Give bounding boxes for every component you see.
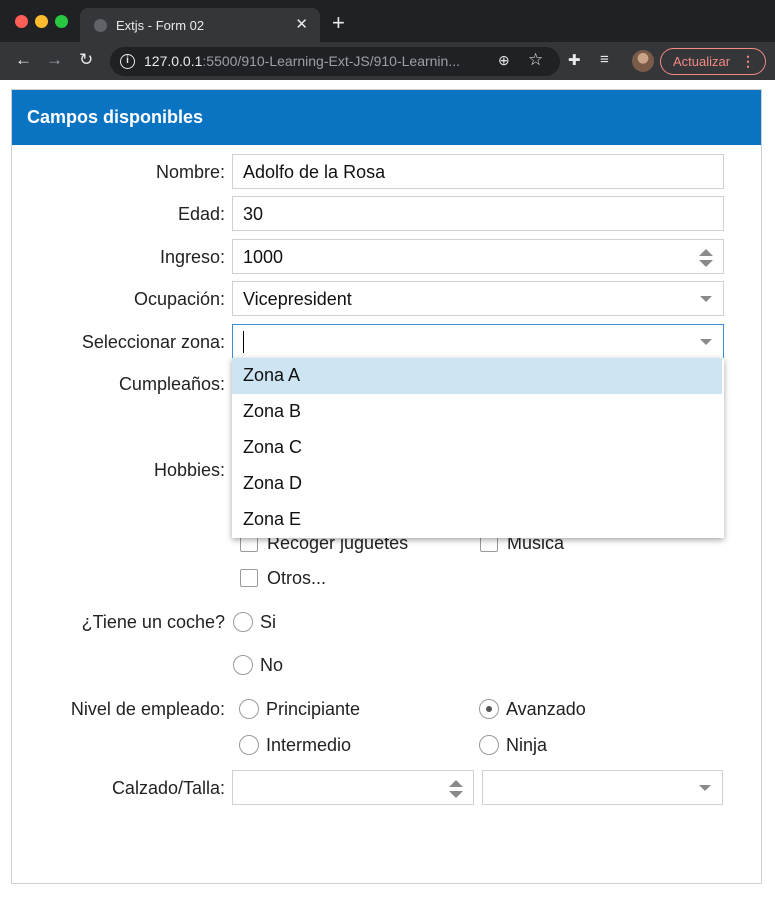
ocupacion-value: Vicepresident	[243, 289, 352, 309]
extensions-puzzle-icon[interactable]: ✚	[568, 51, 581, 69]
calzado-label: Calzado/Talla:	[111, 778, 225, 798]
checkbox-icon[interactable]	[240, 569, 258, 587]
chevron-down-icon[interactable]	[700, 339, 712, 345]
chevron-down-icon[interactable]	[700, 296, 712, 302]
zona-label: Seleccionar zona:	[81, 332, 225, 352]
browser-toolbar: ← → ↻ i 127.0.0.1:5500/910-Learning-Ext-…	[0, 42, 775, 80]
radio-icon[interactable]	[239, 735, 259, 755]
talla-number-field[interactable]	[232, 770, 474, 805]
zona-combo[interactable]	[232, 324, 724, 359]
nombre-input[interactable]: Adolfo de la Rosa	[232, 154, 724, 189]
chevron-down-icon[interactable]	[699, 785, 711, 791]
radio-icon[interactable]	[479, 735, 499, 755]
radio-label: No	[260, 655, 284, 675]
ingreso-value: 1000	[243, 247, 284, 267]
minimize-window-button[interactable]	[35, 15, 48, 28]
edad-label: Edad:	[177, 204, 225, 224]
calzado-combo[interactable]	[482, 770, 723, 805]
globe-icon	[94, 19, 107, 32]
radio-label: Intermedio	[266, 735, 352, 755]
zona-option[interactable]: Zona B	[232, 394, 722, 430]
spin-up-icon[interactable]	[699, 249, 713, 256]
menu-dots-icon[interactable]: ⋮	[741, 49, 755, 74]
media-controls-icon[interactable]: ≡	[600, 51, 609, 68]
address-bar[interactable]: i 127.0.0.1:5500/910-Learning-Ext-JS/910…	[110, 47, 560, 76]
edad-input[interactable]: 30	[232, 196, 724, 231]
zona-option[interactable]: Zona C	[232, 430, 722, 466]
radio-checked-icon[interactable]	[479, 699, 499, 719]
new-tab-icon[interactable]: +	[332, 12, 345, 34]
panel-title: Campos disponibles	[12, 90, 761, 145]
zona-option[interactable]: Zona D	[232, 466, 722, 502]
zona-dropdown-list: Zona A Zona B Zona C Zona D Zona E	[232, 358, 724, 538]
zona-option[interactable]: Zona E	[232, 502, 722, 538]
zoom-icon[interactable]: ⊕	[498, 52, 510, 69]
back-arrow-icon[interactable]: ←	[15, 50, 32, 70]
hobbies-label: Hobbies:	[153, 460, 225, 480]
browser-tab[interactable]: Extjs - Form 02 ✕	[80, 8, 320, 42]
zona-option[interactable]: Zona A	[232, 358, 722, 394]
tab-title: Extjs - Form 02	[116, 18, 205, 33]
radio-label: Avanzado	[506, 699, 586, 719]
nombre-label: Nombre:	[155, 162, 225, 182]
browser-chrome: Extjs - Form 02 ✕ + ← → ↻ i 127.0.0.1:55…	[0, 0, 775, 80]
forward-arrow-icon[interactable]: →	[46, 50, 63, 70]
ingreso-number-field[interactable]: 1000	[232, 239, 724, 274]
spin-down-icon[interactable]	[699, 260, 713, 267]
ocupacion-combo[interactable]: Vicepresident	[232, 281, 724, 316]
close-tab-icon[interactable]: ✕	[295, 15, 308, 33]
radio-label: Ninja	[506, 735, 548, 755]
ocupacion-label: Ocupación:	[133, 289, 225, 309]
checkbox-label: Otros...	[267, 568, 327, 588]
radio-icon[interactable]	[239, 699, 259, 719]
info-icon[interactable]: i	[120, 54, 135, 69]
radio-label: Principiante	[266, 699, 361, 719]
spin-up-icon[interactable]	[449, 780, 463, 787]
profile-avatar[interactable]	[632, 50, 654, 72]
coche-label: ¿Tiene un coche?	[81, 612, 225, 632]
update-button-label: Actualizar	[673, 54, 731, 69]
radio-label: Si	[260, 612, 277, 632]
nivel-label: Nivel de empleado:	[70, 699, 225, 719]
radio-icon[interactable]	[233, 655, 253, 675]
cumpleanos-label: Cumpleaños:	[118, 374, 225, 394]
close-window-button[interactable]	[15, 15, 28, 28]
update-button[interactable]: Actualizar ⋮	[660, 48, 766, 75]
text-caret	[243, 331, 244, 353]
page-content: Campos disponibles Nombre: Adolfo de la …	[0, 80, 775, 912]
ingreso-label: Ingreso:	[159, 247, 225, 267]
spin-down-icon[interactable]	[449, 791, 463, 798]
url-text: 127.0.0.1:5500/910-Learning-Ext-JS/910-L…	[144, 53, 460, 69]
reload-icon[interactable]: ↻	[79, 50, 93, 70]
maximize-window-button[interactable]	[55, 15, 68, 28]
bookmark-star-icon[interactable]: ☆	[528, 50, 543, 70]
radio-icon[interactable]	[233, 612, 253, 632]
